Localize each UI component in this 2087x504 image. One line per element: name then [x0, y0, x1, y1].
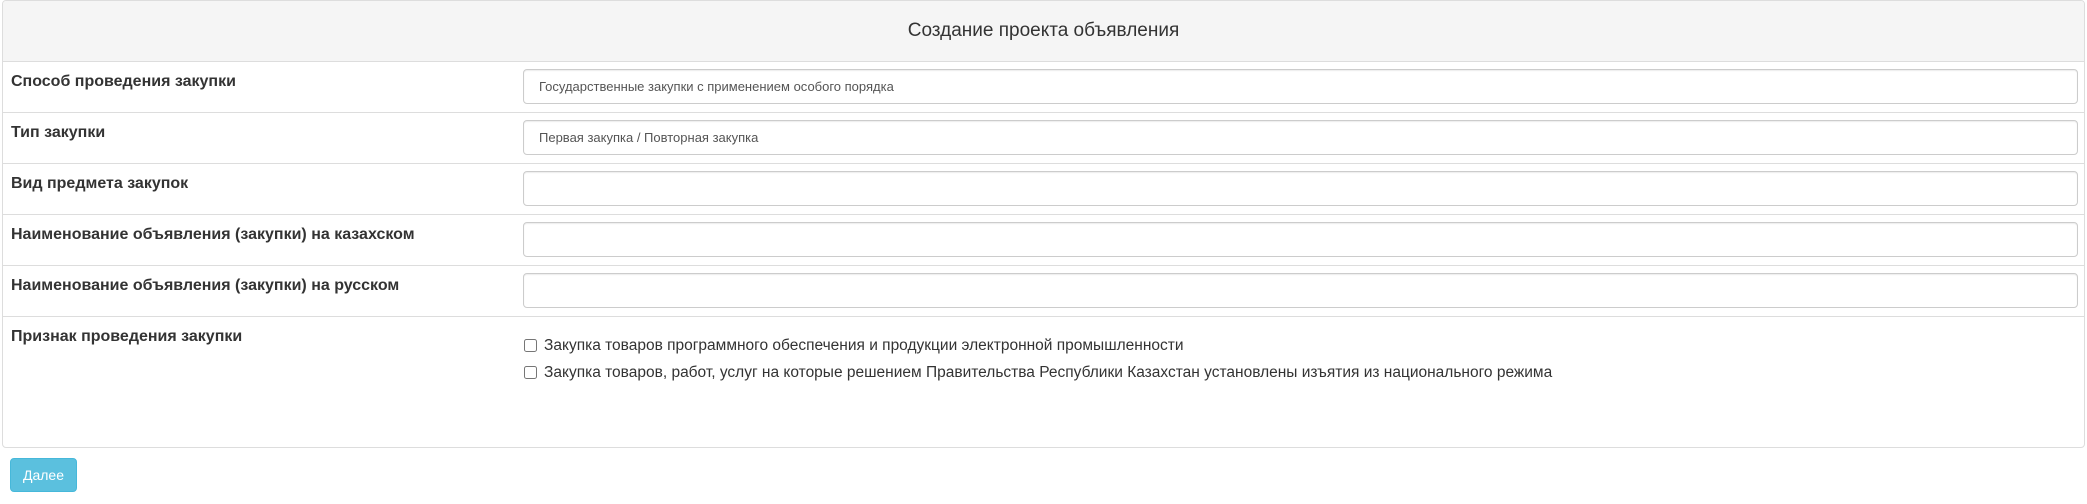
name-ru-field[interactable] — [523, 273, 2078, 308]
attribute-label: Признак проведения закупки — [11, 328, 243, 345]
method-control — [523, 62, 2084, 112]
name-ru-control — [523, 266, 2084, 316]
form-row-type: Тип закупки — [3, 113, 2084, 164]
name-kz-field[interactable] — [523, 222, 2078, 257]
method-field[interactable] — [523, 69, 2078, 104]
panel-heading: Создание проекта объявления — [3, 1, 2084, 62]
form-row-attribute: Признак проведения закупки Закупка товар… — [3, 317, 2084, 447]
form-row-name-kz: Наименование объявления (закупки) на каз… — [3, 215, 2084, 266]
form-row-subject: Вид предмета закупок — [3, 164, 2084, 215]
attribute-options: Закупка товаров программного обеспечения… — [523, 317, 2084, 447]
name-kz-control — [523, 215, 2084, 265]
attribute-option-exemption[interactable]: Закупка товаров, работ, услуг на которые… — [523, 359, 2078, 386]
type-label: Тип закупки — [11, 124, 106, 141]
type-field[interactable] — [523, 120, 2078, 155]
next-button[interactable]: Далее — [10, 458, 77, 492]
type-control — [523, 113, 2084, 163]
subject-control — [523, 164, 2084, 214]
attribute-option-software[interactable]: Закупка товаров программного обеспечения… — [523, 332, 2078, 359]
panel-title: Создание проекта объявления — [907, 20, 1180, 41]
method-label: Способ проведения закупки — [11, 73, 236, 90]
name-ru-label: Наименование объявления (закупки) на рус… — [11, 277, 400, 294]
software-checkbox-label: Закупка товаров программного обеспечения… — [544, 336, 1184, 354]
exemption-checkbox-label: Закупка товаров, работ, услуг на которые… — [544, 363, 1553, 381]
name-kz-label: Наименование объявления (закупки) на каз… — [11, 226, 415, 243]
create-announcement-panel: Создание проекта объявления Способ прове… — [2, 0, 2085, 448]
form-row-method: Способ проведения закупки — [3, 62, 2084, 113]
subject-field[interactable] — [523, 171, 2078, 206]
exemption-checkbox[interactable] — [524, 366, 537, 379]
subject-label: Вид предмета закупок — [11, 175, 189, 192]
form-row-name-ru: Наименование объявления (закупки) на рус… — [3, 266, 2084, 317]
software-checkbox[interactable] — [524, 339, 537, 352]
